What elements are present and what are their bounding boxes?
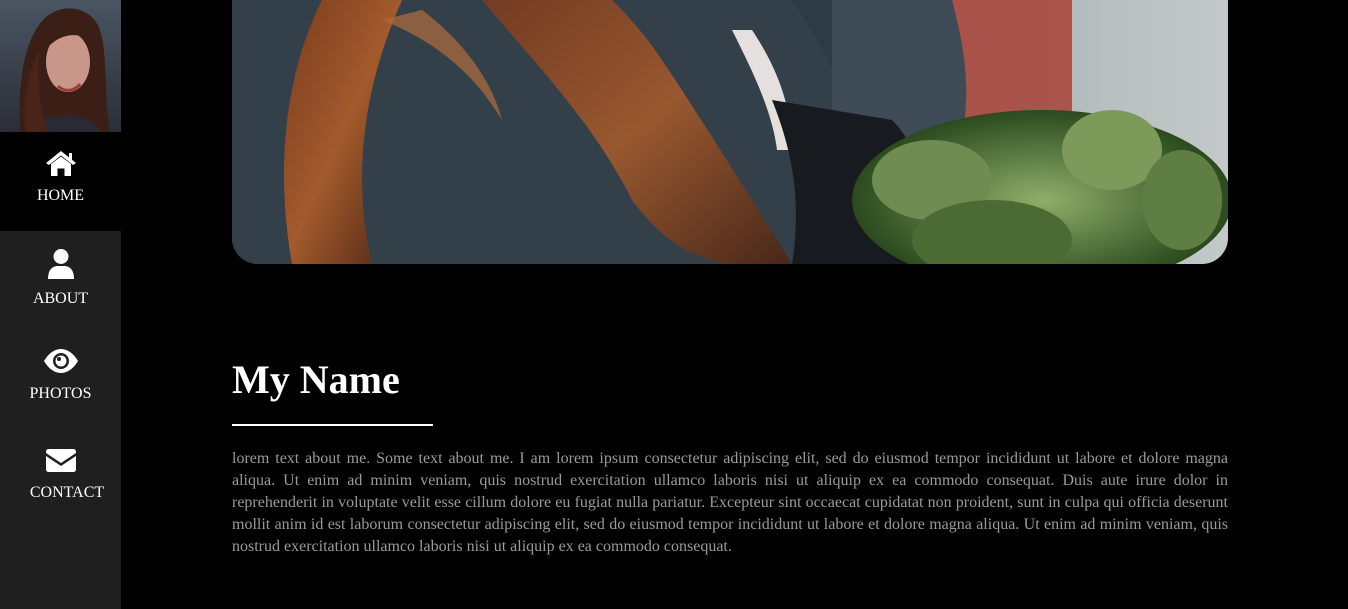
sidebar: HOME ABOUT PHOTOS CONTACT — [0, 0, 121, 609]
page-title: My Name — [232, 357, 400, 402]
nav-item-home[interactable]: HOME — [0, 132, 121, 231]
title-underline — [232, 424, 433, 426]
avatar-image — [0, 0, 121, 132]
avatar[interactable] — [0, 0, 121, 132]
nav-item-photos[interactable]: PHOTOS — [0, 330, 121, 429]
nav-label-home: HOME — [36, 187, 85, 204]
user-icon — [47, 249, 74, 279]
nav-label-photos: PHOTOS — [29, 385, 92, 402]
eye-icon — [43, 349, 78, 373]
envelope-icon — [45, 449, 76, 472]
nav-label-contact: CONTACT — [29, 484, 105, 501]
nav-item-about[interactable]: ABOUT — [0, 231, 121, 330]
bio-text: lorem text about me. Some text about me.… — [232, 450, 1228, 555]
nav-label-about: ABOUT — [32, 290, 89, 307]
hero-image — [232, 0, 1228, 264]
nav-item-contact[interactable]: CONTACT — [0, 429, 121, 528]
main-content: My Name lorem text about me. Some text a… — [121, 0, 1348, 609]
hero-photo — [232, 0, 1228, 264]
home-icon — [45, 151, 76, 176]
